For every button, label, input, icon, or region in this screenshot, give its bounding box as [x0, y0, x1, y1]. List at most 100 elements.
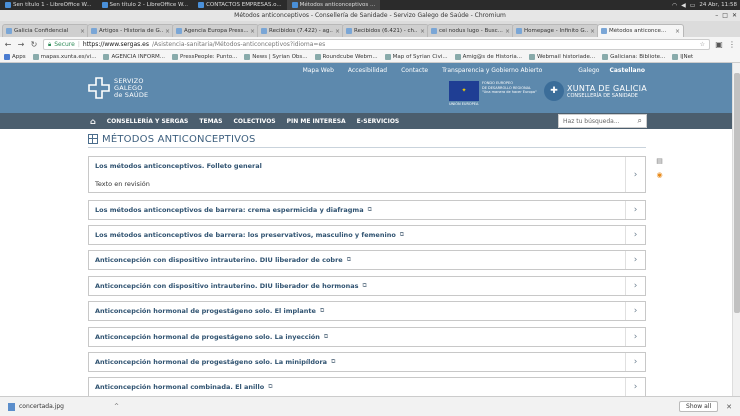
os-task-2[interactable]: Sen título 2 - LibreOffice W...: [97, 0, 194, 10]
bookmark-item[interactable]: Webmail historiade...: [528, 54, 595, 60]
volume-icon[interactable]: ◀: [681, 2, 686, 9]
maximize-icon[interactable]: □: [722, 10, 728, 21]
bookmark-item[interactable]: News | Syrian Obs...: [244, 54, 308, 60]
extension-icon[interactable]: ▣: [715, 40, 723, 49]
list-item[interactable]: Anticoncepción hormonal de progestágeno …: [88, 352, 646, 372]
lang-castellano[interactable]: Castellano: [609, 67, 645, 74]
list-item-title[interactable]: Anticoncepción hormonal de progestágeno …: [95, 333, 320, 341]
menu-icon[interactable]: ⋮: [728, 40, 736, 49]
chevron-right-icon[interactable]: ›: [625, 353, 645, 371]
list-item-title[interactable]: Los métodos anticonceptivos de barrera: …: [95, 231, 396, 239]
tab-close-icon[interactable]: ×: [250, 28, 255, 35]
tab-metodos-anticonceptivos[interactable]: Métodos anticonce... ×: [597, 24, 684, 37]
nav-conselleria[interactable]: CONSELLERÍA Y SERGAS: [107, 118, 189, 125]
home-icon[interactable]: ⌂: [90, 117, 96, 126]
xunta-logo[interactable]: ✚ XUNTA DE GALICIA CONSELLERÍA DE SANIDA…: [544, 81, 647, 101]
list-item-title[interactable]: Anticoncepción hormonal combinada. El an…: [95, 383, 264, 391]
os-task-1[interactable]: Sen título 1 - LibreOffice W...: [0, 0, 97, 10]
wifi-icon[interactable]: ◠: [672, 2, 677, 9]
list-item-title[interactable]: Anticoncepción hormonal de progestágeno …: [95, 307, 316, 315]
chevron-right-icon[interactable]: ›: [625, 201, 645, 219]
chevron-right-icon[interactable]: ›: [625, 157, 645, 192]
bookmark-item[interactable]: AGENCIA INFORM...: [103, 54, 165, 60]
bookmark-item[interactable]: Amig@s de Historia...: [454, 54, 522, 60]
bookmark-item[interactable]: PressPeople: Punto...: [172, 54, 237, 60]
battery-icon[interactable]: ▭: [690, 2, 696, 9]
list-item[interactable]: Anticoncepción con dispositivo intrauter…: [88, 276, 646, 296]
chevron-up-icon[interactable]: ^: [114, 403, 119, 410]
bookmark-item[interactable]: Roundcube Webm...: [314, 54, 378, 60]
close-icon[interactable]: ✕: [732, 10, 737, 21]
chevron-right-icon[interactable]: ›: [625, 277, 645, 295]
page-scrollbar[interactable]: [732, 63, 740, 396]
list-item[interactable]: Anticoncepción hormonal combinada. El an…: [88, 377, 646, 397]
bookmark-item[interactable]: mapas.xunta.es/vi...: [32, 54, 96, 60]
tab-europa-press[interactable]: Agencia Europa Press... ×: [172, 24, 259, 37]
minimize-icon[interactable]: –: [715, 10, 718, 21]
xunta-name: XUNTA DE GALICIA: [567, 83, 648, 93]
nav-temas[interactable]: TEMAS: [199, 118, 222, 125]
list-item-title[interactable]: Anticoncepción con dispositivo intrauter…: [95, 282, 359, 290]
tab-homepage[interactable]: Homepage - Infinito G... ×: [512, 24, 599, 37]
list-item[interactable]: Los métodos anticonceptivos de barrera: …: [88, 225, 646, 245]
bookmark-item[interactable]: Galiciana: Bibliote...: [602, 54, 665, 60]
list-item-title[interactable]: Anticoncepción con dispositivo intrauter…: [95, 256, 343, 264]
tab-recibidos-1[interactable]: Recibidos (7.422) - ag... ×: [257, 24, 344, 37]
tab-artigos[interactable]: Artigos - Historia de G... ×: [87, 24, 174, 37]
tab-close-icon[interactable]: ×: [590, 28, 595, 35]
url-field[interactable]: 🔒︎ Secure | https://www.sergas.es/Asiste…: [43, 39, 710, 50]
tab-close-icon[interactable]: ×: [335, 28, 340, 35]
chevron-right-icon[interactable]: ›: [625, 302, 645, 320]
bookmark-apps[interactable]: Apps: [4, 54, 26, 60]
chevron-right-icon[interactable]: ›: [625, 226, 645, 244]
list-item-folleto[interactable]: Los métodos anticonceptivos. Folleto gen…: [88, 156, 646, 193]
list-item[interactable]: Anticoncepción hormonal de progestágeno …: [88, 327, 646, 347]
nav-colectivos[interactable]: COLECTIVOS: [234, 118, 276, 125]
tab-close-icon[interactable]: ×: [420, 28, 425, 35]
close-downloads-icon[interactable]: ✕: [726, 403, 732, 411]
list-item-title[interactable]: Anticoncepción hormonal de progestágeno …: [95, 358, 327, 366]
tab-recibidos-2[interactable]: Recibidos (6.421) - ch... ×: [342, 24, 429, 37]
list-item[interactable]: Anticoncepción con dispositivo intrauter…: [88, 250, 646, 270]
forward-icon[interactable]: →: [17, 40, 25, 49]
os-task-4[interactable]: Métodos anticonceptivos ...: [286, 0, 381, 10]
header-link-contacte[interactable]: Contacte: [401, 67, 428, 74]
scrollbar-thumb[interactable]: [734, 73, 740, 313]
list-item-title[interactable]: Los métodos anticonceptivos. Folleto gen…: [95, 162, 625, 170]
lang-galego[interactable]: Galego: [578, 67, 599, 74]
chevron-right-icon[interactable]: ›: [625, 328, 645, 346]
show-all-button[interactable]: Show all: [679, 401, 719, 412]
tab-galicia-confidencial[interactable]: Galicia Confidencial ×: [2, 24, 89, 37]
reload-icon[interactable]: ↻: [30, 40, 38, 49]
window-title-bar: Métodos anticonceptivos - Consellería de…: [0, 10, 740, 21]
list-item[interactable]: Los métodos anticonceptivos de barrera: …: [88, 200, 646, 220]
header-link-transparencia[interactable]: Transparencia y Gobierno Abierto: [442, 67, 542, 74]
rss-icon[interactable]: ◉: [656, 171, 662, 179]
tab-close-icon[interactable]: ×: [505, 28, 510, 35]
search-icon[interactable]: ⌕: [638, 116, 642, 126]
site-search-input[interactable]: Haz tu búsqueda... ⌕: [558, 114, 647, 128]
bookmark-star-icon[interactable]: ☆: [700, 41, 705, 48]
nav-e-servicios[interactable]: E-SERVICIOS: [357, 118, 400, 125]
sergas-logo[interactable]: SERVIZO GALEGO de SAÚDE: [88, 77, 148, 99]
list-item-title[interactable]: Los métodos anticonceptivos de barrera: …: [95, 206, 364, 214]
xunta-sub: CONSELLERÍA DE SANIDADE: [567, 92, 638, 99]
os-task-label: Sen título 1 - LibreOffice W...: [13, 2, 92, 8]
chevron-right-icon[interactable]: ›: [625, 378, 645, 396]
chevron-right-icon[interactable]: ›: [625, 251, 645, 269]
nav-me-interesa[interactable]: PIN ME INTERESA: [287, 118, 346, 125]
list-item[interactable]: Anticoncepción hormonal de progestágeno …: [88, 301, 646, 321]
print-icon[interactable]: ▤: [656, 157, 663, 165]
mail-icon: [261, 28, 267, 34]
tab-close-icon[interactable]: ×: [675, 28, 680, 35]
header-link-mapa-web[interactable]: Mapa Web: [303, 67, 334, 74]
tab-close-icon[interactable]: ×: [165, 28, 170, 35]
back-icon[interactable]: ←: [4, 40, 12, 49]
bookmark-item[interactable]: Map of Syrian Civi...: [384, 54, 448, 60]
tab-search[interactable]: cei nodus lugo - Busc... ×: [427, 24, 514, 37]
download-item[interactable]: concertada.jpg ^: [8, 402, 119, 411]
tab-close-icon[interactable]: ×: [80, 28, 85, 35]
header-link-accesibilidad[interactable]: Accesibilidad: [348, 67, 387, 74]
bookmark-item[interactable]: IJNet: [672, 54, 693, 60]
os-task-3[interactable]: CONTACTOS EMPRESAS.o...: [193, 0, 287, 10]
